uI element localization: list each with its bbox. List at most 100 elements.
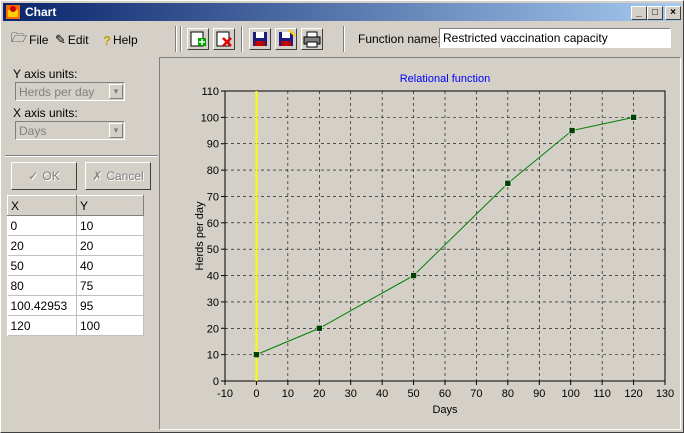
x-tick-label: 80 [502, 388, 514, 400]
y-tick-label: 10 [207, 350, 219, 362]
y-tick-label: 20 [207, 323, 219, 335]
table-row: 20 20 [7, 235, 144, 256]
data-point[interactable] [568, 127, 576, 134]
x-axis-units-value: Days [19, 124, 47, 138]
printer-icon [303, 31, 321, 48]
menu-edit[interactable]: ✎ Edit [55, 31, 89, 49]
y-axis-units-label: Y axis units: [13, 67, 78, 81]
x-tick-label: 20 [313, 388, 325, 400]
x-tick-label: 100 [562, 388, 580, 400]
ok-label: OK [42, 169, 60, 183]
chart-window: Chart _ □ × 🗁 File ✎ Edit ? Help Functio… [0, 0, 684, 433]
data-point[interactable] [630, 114, 637, 121]
x-axis-units-label: X axis units: [13, 106, 78, 120]
title-bar[interactable]: Chart _ □ × [3, 3, 681, 21]
chart[interactable]: -10 0 10 20 30 40 50 60 70 80 90 100 110 120 130010203… [160, 58, 680, 429]
menu-file-label: File [29, 33, 49, 47]
y-axis-units-value: Herds per day [19, 85, 95, 99]
toolbar-separator [241, 26, 243, 52]
cross-icon: ✗ [92, 169, 103, 183]
y-tick-label: 0 [213, 376, 219, 388]
cancel-button[interactable]: ✗ Cancel [85, 162, 151, 190]
data-point[interactable] [504, 180, 512, 187]
y-axis-units-select[interactable]: Herds per day ▼ [15, 82, 125, 101]
x-tick-label: 60 [439, 388, 451, 400]
help-icon: ? [103, 32, 111, 48]
cell-x[interactable]: 20 [7, 235, 77, 256]
x-tick-label: -10 [217, 388, 233, 400]
function-name-input[interactable] [439, 28, 671, 48]
cell-y[interactable]: 100 [76, 315, 144, 336]
y-tick-label: 70 [207, 191, 219, 203]
cancel-label: Cancel [106, 169, 144, 183]
data-point[interactable] [316, 325, 323, 332]
add-point-button[interactable] [187, 28, 209, 50]
window-title: Chart [25, 5, 57, 19]
y-tick-label: 30 [207, 297, 219, 309]
save-as-button[interactable] [275, 28, 297, 50]
toolbar: 🗁 File ✎ Edit ? Help Function name: Rest… [3, 23, 681, 55]
y-tick-label: 50 [207, 244, 219, 256]
cell-x[interactable]: 120 [7, 315, 77, 336]
minimize-button[interactable]: _ [631, 6, 647, 20]
table-row: 50 40 [7, 255, 144, 276]
y-tick-label: 60 [207, 218, 219, 230]
y-axis-label: Herds per day [194, 201, 206, 271]
save-button[interactable] [249, 28, 271, 50]
x-axis-units-select[interactable]: Days ▼ [15, 121, 125, 140]
y-tick-label: 80 [207, 165, 219, 177]
x-tick-label: 0 [253, 388, 259, 400]
cell-x[interactable]: 80 [7, 275, 77, 296]
menu-help[interactable]: ? Help [103, 31, 138, 49]
data-table: X Y 0 10 20 20 50 40 80 75 100.42953 95 120 10… [7, 195, 144, 336]
x-axis-label: Days [432, 404, 458, 416]
chevron-down-icon[interactable]: ▼ [109, 123, 123, 138]
x-tick-label: 130 [656, 388, 674, 400]
cell-y[interactable]: 40 [76, 255, 144, 276]
ok-button[interactable]: ✓ OK [11, 162, 77, 190]
maximize-button[interactable]: □ [647, 6, 663, 20]
y-tick-label: 40 [207, 271, 219, 283]
cell-y[interactable]: 20 [76, 235, 144, 256]
column-header-y[interactable]: Y [76, 195, 144, 216]
menu-file[interactable]: 🗁 File [11, 30, 49, 49]
print-button[interactable] [301, 28, 323, 50]
y-tick-label: 100 [201, 112, 219, 124]
chart-title: Relational function [400, 73, 491, 85]
cell-y[interactable]: 75 [76, 275, 144, 296]
delete-point-button[interactable] [213, 28, 235, 50]
close-button[interactable]: × [665, 6, 681, 20]
chevron-down-icon[interactable]: ▼ [109, 84, 123, 99]
function-name-label: Function name: [358, 32, 441, 46]
left-panel: Y axis units: Herds per day ▼ X axis uni… [3, 57, 158, 430]
table-row: 80 75 [7, 275, 144, 296]
cell-x[interactable]: 50 [7, 255, 77, 276]
data-point[interactable] [410, 272, 417, 279]
x-tick-label: 120 [624, 388, 642, 400]
save-icon [253, 32, 267, 46]
x-tick-label: 90 [533, 388, 545, 400]
menu-help-label: Help [112, 33, 138, 47]
toolbar-separator [180, 26, 182, 52]
table-row: 120 100 [7, 315, 144, 336]
edit-icon: ✎ [55, 32, 66, 47]
delete-point-icon [216, 31, 232, 47]
column-header-x[interactable]: X [7, 195, 77, 216]
x-tick-label: 40 [376, 388, 388, 400]
data-point[interactable] [253, 351, 260, 358]
y-tick-label: 90 [207, 139, 219, 151]
cell-x[interactable]: 100.42953 [7, 295, 77, 316]
cell-x[interactable]: 0 [7, 215, 77, 236]
check-icon: ✓ [28, 169, 39, 183]
toolbar-separator [175, 26, 177, 52]
add-point-icon [190, 31, 206, 47]
cell-y[interactable]: 95 [76, 295, 144, 316]
chart-panel: -10 0 10 20 30 40 50 60 70 80 90 100 110 120 130 0 10 20 3… [159, 57, 681, 430]
panel-divider [5, 155, 158, 157]
table-header-row: X Y [7, 195, 144, 216]
folder-icon: 🗁 [11, 30, 28, 45]
x-tick-label: 110 [593, 388, 611, 400]
x-tick-label: 10 [282, 388, 294, 400]
cell-y[interactable]: 10 [76, 215, 144, 236]
x-tick-label: 30 [345, 388, 357, 400]
